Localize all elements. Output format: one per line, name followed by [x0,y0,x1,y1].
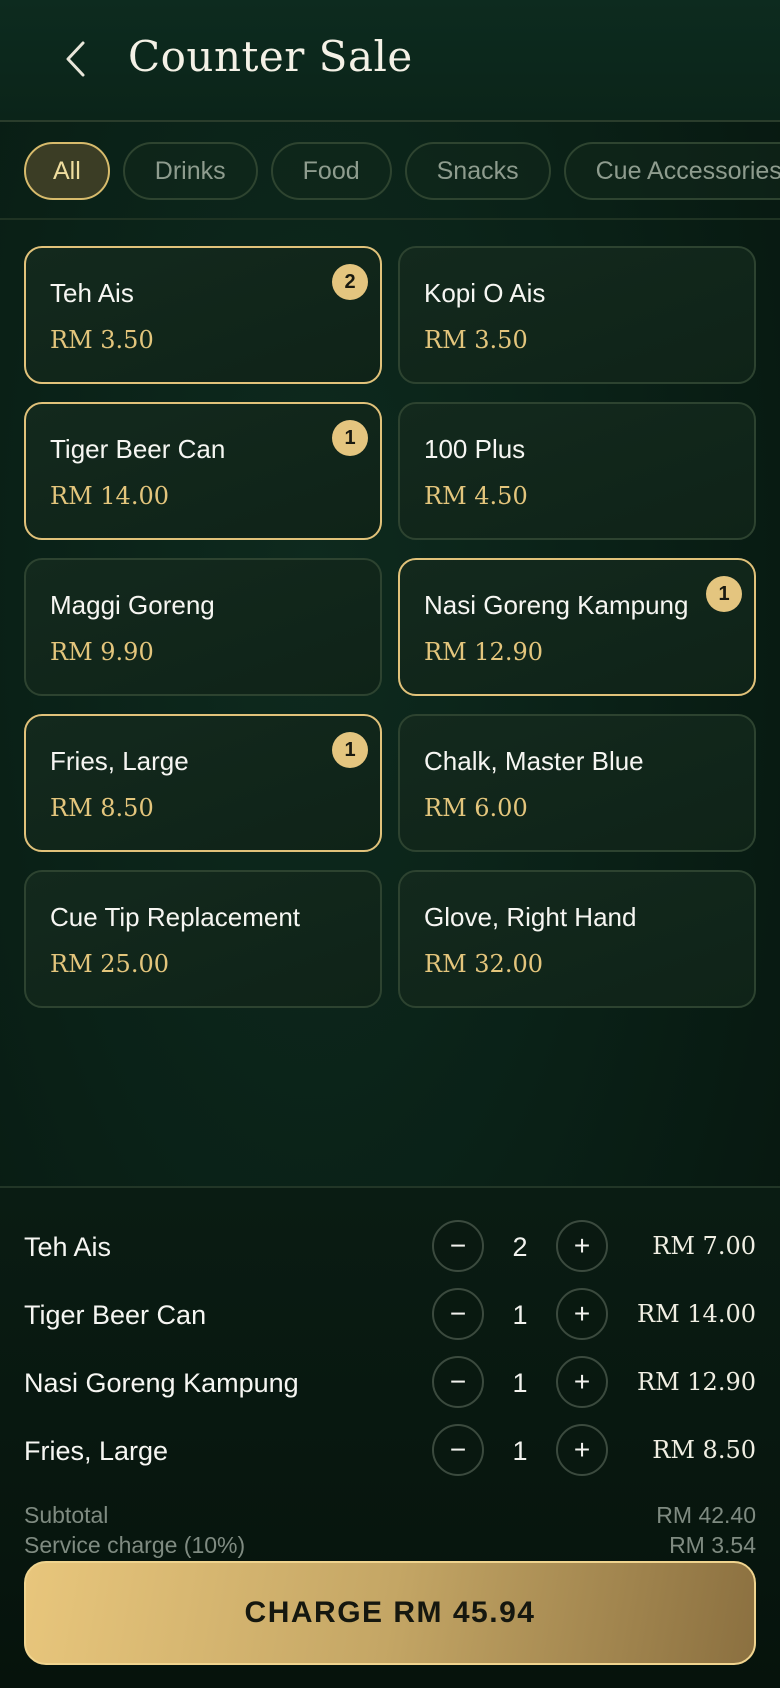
product-price: RM 25.00 [50,950,169,978]
product-price: RM 14.00 [50,482,169,510]
cart-item-total: RM 7.00 [652,1232,756,1260]
product-price: RM 3.50 [424,326,528,354]
decrease-quantity-button[interactable]: − [432,1288,484,1340]
cart-item-total: RM 12.90 [637,1368,756,1396]
cart-item: Teh Ais − 2 + RM 7.00 [0,1220,780,1276]
product-card-100-plus[interactable]: 100 Plus RM 4.50 [398,402,756,540]
product-price: RM 3.50 [50,326,154,354]
product-name: Teh Ais [50,278,134,308]
quantity-badge: 1 [332,732,368,768]
product-card-fries-large[interactable]: Fries, Large RM 8.50 1 [24,714,382,852]
service-charge-row: Service charge (10%) RM 3.54 [24,1532,756,1559]
increase-quantity-button[interactable]: + [556,1356,608,1408]
product-price: RM 6.00 [424,794,528,822]
product-price: RM 9.90 [50,638,154,666]
decrease-quantity-button[interactable]: − [432,1356,484,1408]
cart-item-name: Nasi Goreng Kampung [24,1368,299,1398]
tab-food[interactable]: Food [270,142,392,200]
product-price: RM 8.50 [50,794,154,822]
cart-item: Tiger Beer Can − 1 + RM 14.00 [0,1288,780,1344]
page-title: Counter Sale [128,32,413,81]
product-name: Maggi Goreng [50,590,215,620]
category-tabs: All Drinks Food Snacks Cue Accessories [0,124,780,220]
product-card-teh-ais[interactable]: Teh Ais RM 3.50 2 [24,246,382,384]
service-charge-label: Service charge (10%) [24,1532,246,1558]
cart-item-total: RM 14.00 [637,1300,756,1328]
subtotal-label: Subtotal [24,1502,109,1528]
product-card-nasi-goreng-kampung[interactable]: Nasi Goreng Kampung RM 12.90 1 [398,558,756,696]
product-card-glove-right-hand[interactable]: Glove, Right Hand RM 32.00 [398,870,756,1008]
cart-item-total: RM 8.50 [652,1436,756,1464]
product-price: RM 12.90 [424,638,543,666]
quantity-badge: 1 [706,576,742,612]
decrease-quantity-button[interactable]: − [432,1220,484,1272]
cart-item: Nasi Goreng Kampung − 1 + RM 12.90 [0,1356,780,1412]
back-button[interactable] [58,36,94,82]
product-grid: Teh Ais RM 3.50 2 Kopi O Ais RM 3.50 Tig… [24,246,756,1008]
increase-quantity-button[interactable]: + [556,1288,608,1340]
product-name: 100 Plus [424,434,526,464]
increase-quantity-button[interactable]: + [556,1220,608,1272]
cart-item-quantity: 1 [512,1436,528,1466]
service-charge-value: RM 3.54 [669,1532,756,1558]
tab-cue-accessories[interactable]: Cue Accessories [563,142,780,200]
cart-item-quantity: 1 [512,1300,528,1330]
decrease-quantity-button[interactable]: − [432,1424,484,1476]
increase-quantity-button[interactable]: + [556,1424,608,1476]
product-name: Nasi Goreng Kampung [424,590,689,620]
product-card-chalk-master-blue[interactable]: Chalk, Master Blue RM 6.00 [398,714,756,852]
quantity-badge: 1 [332,420,368,456]
cart-item-name: Tiger Beer Can [24,1300,207,1330]
tab-all[interactable]: All [24,142,110,200]
product-card-tiger-beer-can[interactable]: Tiger Beer Can RM 14.00 1 [24,402,382,540]
product-name: Fries, Large [50,746,189,776]
product-name: Kopi O Ais [424,278,546,308]
charge-button[interactable]: CHARGE RM 45.94 [24,1561,756,1665]
product-name: Tiger Beer Can [50,434,226,464]
product-card-cue-tip-replacement[interactable]: Cue Tip Replacement RM 25.00 [24,870,382,1008]
quantity-badge: 2 [332,264,368,300]
product-name: Chalk, Master Blue [424,746,644,776]
tab-snacks[interactable]: Snacks [404,142,551,200]
product-card-kopi-o-ais[interactable]: Kopi O Ais RM 3.50 [398,246,756,384]
product-price: RM 32.00 [424,950,543,978]
header-bar: Counter Sale [0,0,780,122]
cart-item-quantity: 2 [512,1232,528,1262]
cart-item-name: Teh Ais [24,1232,112,1262]
tab-drinks[interactable]: Drinks [122,142,258,200]
cart-item: Fries, Large − 1 + RM 8.50 [0,1424,780,1480]
subtotal-row: Subtotal RM 42.40 [24,1502,756,1529]
chevron-left-icon [66,41,85,77]
cart-item-quantity: 1 [512,1368,528,1398]
product-name: Cue Tip Replacement [50,902,301,932]
product-price: RM 4.50 [424,482,528,510]
product-name: Glove, Right Hand [424,902,637,932]
product-card-maggi-goreng[interactable]: Maggi Goreng RM 9.90 [24,558,382,696]
subtotal-value: RM 42.40 [656,1502,756,1528]
cart-item-name: Fries, Large [24,1436,169,1466]
